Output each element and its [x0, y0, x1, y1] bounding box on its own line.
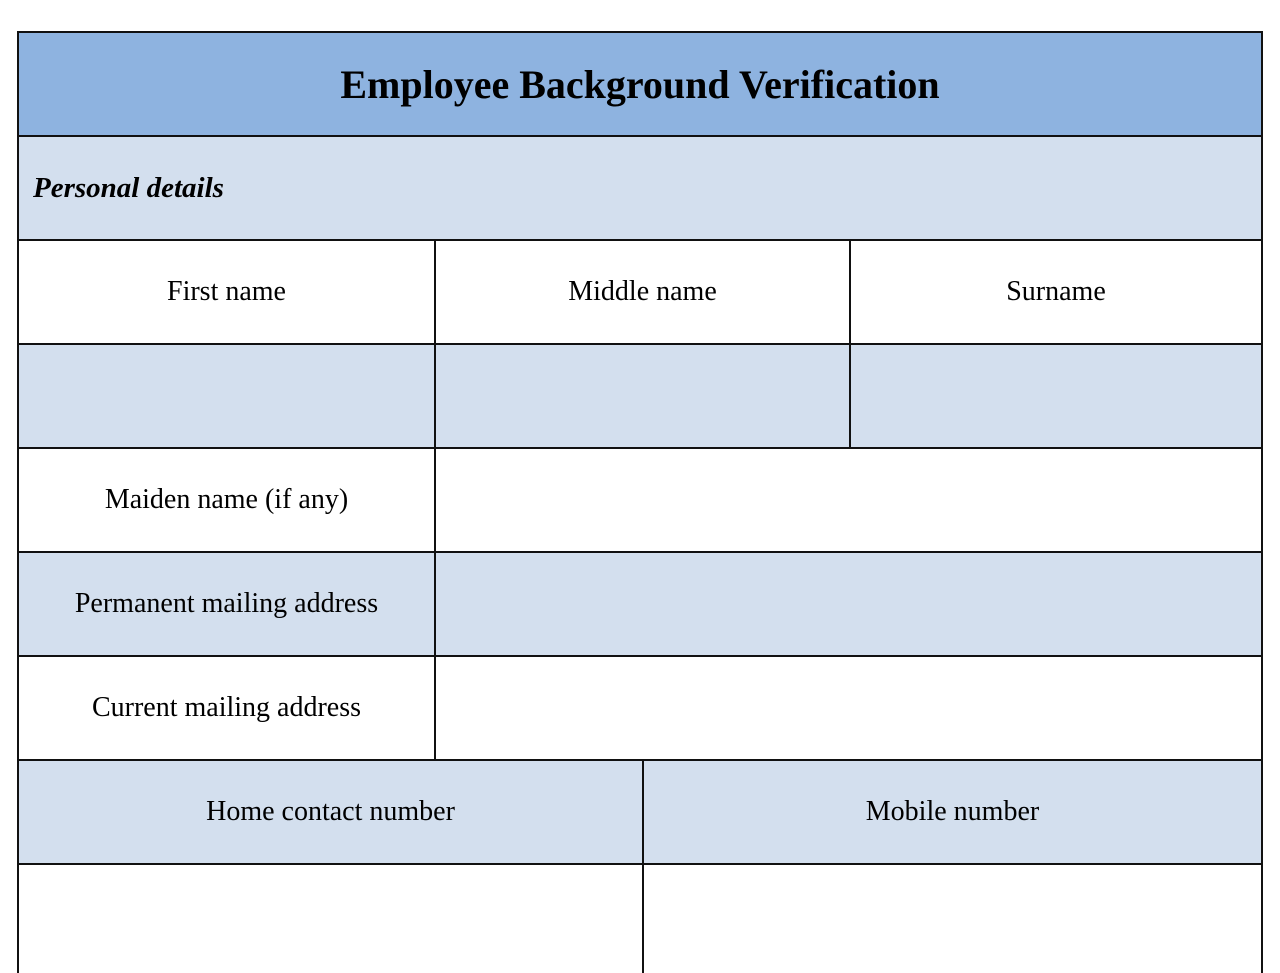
surname-field[interactable] — [849, 345, 1261, 447]
maiden-name-label: Maiden name (if any) — [104, 484, 349, 515]
permanent-address-label: Permanent mailing address — [74, 588, 379, 619]
permanent-address-row: Permanent mailing address — [17, 551, 1263, 655]
mobile-number-field[interactable] — [642, 865, 1261, 973]
contact-input-row — [17, 863, 1263, 973]
maiden-name-field[interactable] — [434, 449, 1261, 551]
title-row: Employee Background Verification — [17, 31, 1263, 135]
section-heading-personal-details: Personal details — [33, 171, 224, 204]
name-input-row — [17, 343, 1263, 447]
maiden-name-row: Maiden name (if any) — [17, 447, 1263, 551]
middle-name-field[interactable] — [434, 345, 849, 447]
contact-header-row: Home contact number Mobile number — [17, 759, 1263, 863]
current-address-label: Current mailing address — [91, 692, 362, 723]
middle-name-label: Middle name — [434, 241, 849, 343]
first-name-field[interactable] — [19, 345, 434, 447]
form-title: Employee Background Verification — [340, 61, 940, 107]
home-contact-label: Home contact number — [206, 796, 455, 827]
home-contact-field[interactable] — [19, 865, 642, 973]
section-row: Personal details — [17, 135, 1263, 239]
name-header-row: First name Middle name Surname — [17, 239, 1263, 343]
mobile-number-label: Mobile number — [642, 761, 1261, 863]
current-address-field[interactable] — [434, 657, 1261, 759]
employee-verification-form: Employee Background Verification Persona… — [17, 31, 1263, 973]
first-name-label: First name — [167, 276, 286, 307]
current-address-row: Current mailing address — [17, 655, 1263, 759]
surname-label: Surname — [849, 241, 1261, 343]
permanent-address-field[interactable] — [434, 553, 1261, 655]
